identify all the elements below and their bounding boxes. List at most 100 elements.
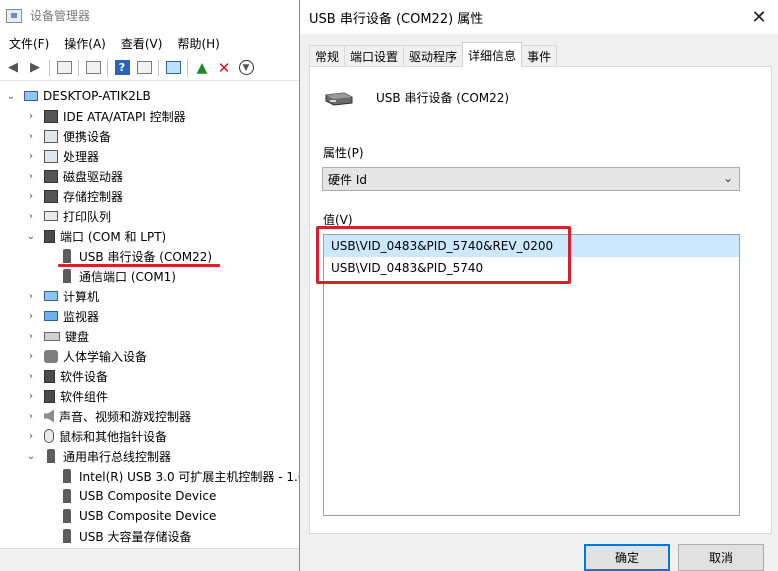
disable-device-icon[interactable]: ▼	[237, 59, 255, 77]
property-dropdown[interactable]: 硬件 Id ⌄	[322, 167, 740, 191]
chevron-right-icon[interactable]: ›	[26, 291, 36, 302]
value-list[interactable]: USB\VID_0483&PID_5740&REV_0200 USB\VID_0…	[323, 234, 740, 516]
uninstall-icon[interactable]: ✕	[215, 59, 233, 77]
usb-controller-icon	[47, 449, 55, 463]
tree-item[interactable]: › 人体学输入设备	[26, 346, 147, 366]
cancel-button[interactable]: 取消	[678, 544, 764, 571]
processor-icon	[44, 149, 58, 163]
value-text: USB\VID_0483&PID_5740&REV_0200	[331, 239, 554, 253]
tab-events[interactable]: 事件	[521, 45, 558, 67]
tree-item[interactable]: › 声音、视频和游戏控制器	[26, 406, 191, 426]
chevron-right-icon[interactable]: ›	[26, 131, 36, 142]
port-icon	[44, 229, 55, 243]
tree-root-label: DESKTOP-ATIK2LB	[43, 89, 151, 103]
tab-details[interactable]: 详细信息	[462, 42, 523, 67]
chevron-right-icon[interactable]: ›	[26, 211, 36, 222]
chevron-down-icon[interactable]: ⌄	[26, 231, 36, 242]
toolbar-separator	[49, 58, 50, 77]
dialog-titlebar: USB 串行设备 (COM22) 属性 ✕	[300, 0, 778, 34]
keyboard-icon	[44, 331, 60, 341]
chevron-down-icon[interactable]: ⌄	[26, 451, 36, 462]
device-name: USB 串行设备 (COM22)	[376, 91, 510, 105]
tree-item[interactable]: Intel(R) USB 3.0 可扩展主机控制器 - 1.0	[46, 466, 305, 486]
chevron-right-icon[interactable]: ›	[26, 151, 36, 162]
disk-drive-icon	[44, 169, 58, 183]
device-manager-title: 设备管理器	[30, 9, 91, 23]
tree-item[interactable]: › 软件组件	[26, 386, 108, 406]
forward-icon[interactable]: ▶	[26, 59, 44, 77]
back-icon[interactable]: ◀	[4, 59, 22, 77]
speaker-icon	[44, 409, 54, 423]
properties-icon[interactable]	[84, 59, 102, 77]
tree-item[interactable]: › 键盘	[26, 326, 89, 346]
usb-icon	[63, 489, 71, 503]
tab-general[interactable]: 常规	[309, 45, 346, 67]
tree-item[interactable]: › 磁盘驱动器	[26, 166, 123, 186]
chevron-right-icon[interactable]: ›	[26, 351, 36, 362]
chevron-right-icon[interactable]: ›	[26, 411, 36, 422]
computer-icon	[24, 91, 38, 101]
tree-item[interactable]: › 监视器	[26, 306, 99, 326]
portable-device-icon	[44, 129, 58, 143]
tree-item-label: IDE ATA/ATAPI 控制器	[63, 109, 186, 124]
monitor-icon[interactable]	[164, 59, 182, 77]
properties-dialog: USB 串行设备 (COM22) 属性 ✕ 常规 端口设置 驱动程序 详细信息 …	[299, 0, 778, 571]
tree-item[interactable]: USB 大容量存储设备	[46, 526, 191, 546]
menu-bar: 文件(F) 操作(A) 查看(V) 帮助(H)	[0, 33, 300, 53]
chevron-right-icon[interactable]: ›	[26, 431, 36, 442]
chevron-right-icon[interactable]: ›	[26, 391, 36, 402]
tree-item[interactable]: › 便携设备	[26, 126, 111, 146]
chevron-down-icon[interactable]: ⌄	[723, 171, 733, 185]
close-icon[interactable]: ✕	[747, 5, 771, 29]
menu-help[interactable]: 帮助(H)	[177, 35, 219, 52]
tree-item[interactable]: USB 串行设备 (COM22)	[46, 246, 212, 266]
property-label: 属性(P)	[323, 146, 364, 160]
toolbar-separator	[158, 58, 159, 77]
help-icon[interactable]: ?	[113, 59, 131, 77]
tree-item[interactable]: › 计算机	[26, 286, 99, 306]
tree-item[interactable]: › 存储控制器	[26, 186, 123, 206]
chevron-right-icon[interactable]: ›	[26, 111, 36, 122]
tree-item[interactable]: › 软件设备	[26, 366, 108, 386]
mouse-icon	[44, 429, 54, 443]
tab-port-settings[interactable]: 端口设置	[344, 45, 405, 67]
usb-icon	[63, 469, 71, 483]
device-manager-titlebar: 设备管理器	[0, 0, 300, 31]
menu-view[interactable]: 查看(V)	[121, 35, 163, 52]
chevron-right-icon[interactable]: ›	[26, 171, 36, 182]
value-row[interactable]: USB\VID_0483&PID_5740&REV_0200	[324, 235, 739, 257]
tree-item-label: 通用串行总线控制器	[63, 449, 172, 464]
details-tab-page: USB 串行设备 (COM22) 属性(P) 硬件 Id ⌄ 值(V) USB\…	[309, 66, 772, 534]
ok-button[interactable]: 确定	[584, 544, 670, 571]
show-hide-tree-icon[interactable]	[55, 59, 73, 77]
printer-icon	[44, 211, 58, 221]
tab-driver[interactable]: 驱动程序	[403, 45, 464, 67]
tree-item[interactable]: › 打印队列	[26, 206, 111, 226]
tree-item[interactable]: USB Composite Device	[46, 486, 216, 506]
usb-serial-icon	[63, 249, 71, 263]
tree-item-label: 键盘	[65, 329, 90, 344]
tree-root[interactable]: ⌄ DESKTOP-ATIK2LB	[6, 86, 151, 106]
tree-item-label: 声音、视频和游戏控制器	[59, 409, 192, 424]
update-driver-icon[interactable]: ▲	[193, 59, 211, 77]
monitor-icon	[44, 311, 58, 321]
chevron-right-icon[interactable]: ›	[26, 331, 36, 342]
tree-item[interactable]: › IDE ATA/ATAPI 控制器	[26, 106, 186, 126]
tree-item[interactable]: ⌄ 通用串行总线控制器	[26, 446, 171, 466]
toolbar-separator	[107, 58, 108, 77]
tree-item[interactable]: › 鼠标和其他指针设备	[26, 426, 167, 446]
tree-item[interactable]: › 处理器	[26, 146, 99, 166]
chevron-right-icon[interactable]: ›	[26, 191, 36, 202]
tree-item-label: 通信端口 (COM1)	[79, 269, 176, 284]
details-view-icon[interactable]	[135, 59, 153, 77]
tree-item[interactable]: 通信端口 (COM1)	[46, 266, 176, 286]
tree-item[interactable]: ⌄ 端口 (COM 和 LPT)	[26, 226, 166, 246]
chevron-down-icon[interactable]: ⌄	[6, 91, 16, 102]
menu-file[interactable]: 文件(F)	[9, 35, 49, 52]
device-manager-icon	[6, 8, 22, 23]
tree-item[interactable]: USB Composite Device	[46, 506, 216, 526]
value-row[interactable]: USB\VID_0483&PID_5740	[324, 257, 739, 279]
menu-action[interactable]: 操作(A)	[64, 35, 106, 52]
chevron-right-icon[interactable]: ›	[26, 371, 36, 382]
chevron-right-icon[interactable]: ›	[26, 311, 36, 322]
